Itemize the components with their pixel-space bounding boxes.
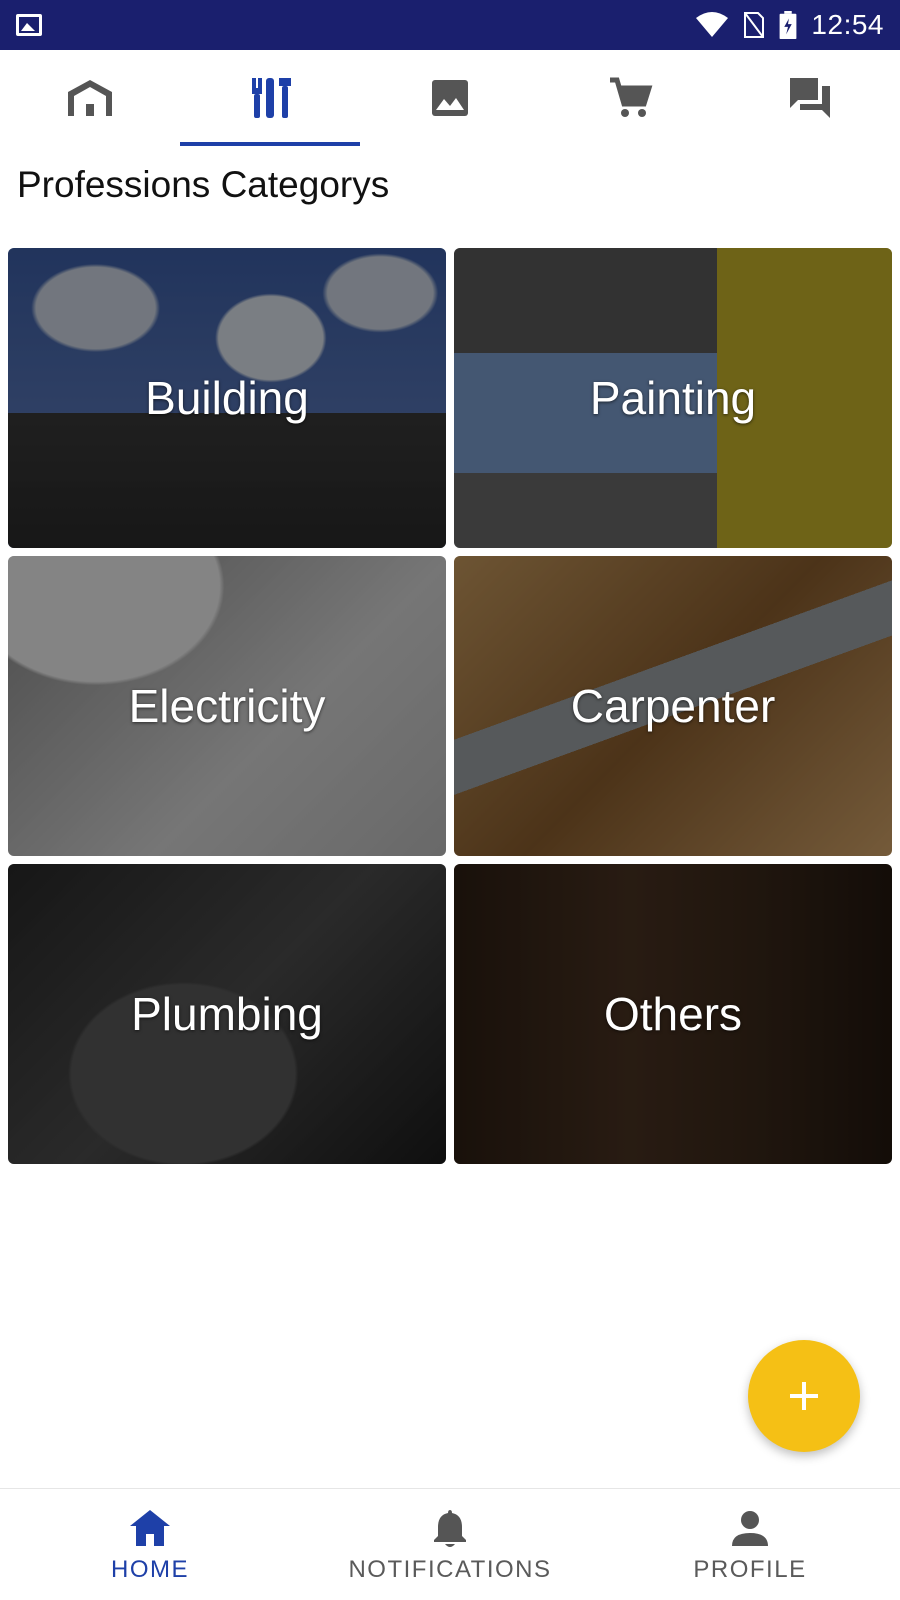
image-notification-icon [16,14,42,36]
category-label: Electricity [128,680,326,732]
category-card-plumbing[interactable]: Plumbing [8,864,446,1164]
category-card-painting[interactable]: Painting [454,248,892,548]
category-card-carpenter[interactable]: Carpenter [454,556,892,856]
category-label: Others [603,988,743,1040]
category-label: Building [145,372,309,424]
nav-notifications[interactable]: NOTIFICATIONS [300,1489,600,1600]
nav-home[interactable]: HOME [0,1489,300,1600]
tab-home[interactable] [0,50,180,146]
cart-icon [610,77,653,117]
battery-charging-icon [780,11,797,39]
nav-notifications-label: NOTIFICATIONS [348,1555,552,1583]
category-card-electricity[interactable]: Electricity [8,556,446,856]
category-card-others[interactable]: Others [454,864,892,1164]
wifi-icon [696,12,729,37]
bottom-navigation: HOME NOTIFICATIONS PROFILE [0,1488,900,1600]
category-card-building[interactable]: Building [8,248,446,548]
category-label: Plumbing [131,988,323,1040]
home-icon [130,1509,170,1546]
category-label: Carpenter [570,680,776,732]
tab-tools[interactable] [180,50,360,146]
category-grid: Building Painting Electricity Carpenter … [8,248,892,1164]
plus-icon [790,1382,818,1410]
person-icon [732,1510,768,1546]
chat-icon [790,78,830,118]
clock-time: 12:54 [811,9,884,40]
add-fab-button[interactable] [748,1340,860,1452]
nav-profile-label: PROFILE [693,1555,807,1583]
tools-icon [252,78,291,118]
bell-icon [434,1509,466,1547]
top-tab-bar [0,50,900,146]
tab-chat[interactable] [720,50,900,146]
status-bar: 12:54 [0,0,900,50]
page-title: Professions Categorys [17,164,390,205]
no-sim-icon [744,12,765,38]
tab-gallery[interactable] [360,50,540,146]
nav-home-label: HOME [111,1555,189,1583]
nav-profile[interactable]: PROFILE [600,1489,900,1600]
tab-cart[interactable] [540,50,720,146]
category-label: Painting [589,372,757,424]
home-icon [68,80,112,116]
gallery-icon [432,80,468,116]
